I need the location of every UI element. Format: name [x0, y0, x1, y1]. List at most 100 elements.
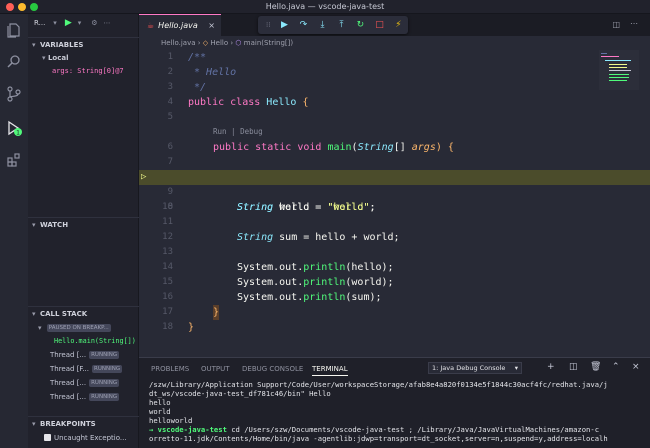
maximize-window-button[interactable]	[30, 3, 38, 11]
chevron-down-icon[interactable]: ▾	[78, 19, 82, 27]
tab-terminal[interactable]: TERMINAL	[312, 365, 348, 376]
code-line: 1/**	[167, 52, 207, 63]
step-over-icon[interactable]: ↷	[298, 20, 308, 30]
debug-sidebar: R... ▾ ▶ ▾ ⚙ ⋯ ▾ VARIABLES ▾ Local args: …	[28, 14, 139, 448]
explorer-icon[interactable]	[6, 22, 22, 38]
svg-text:1: 1	[16, 130, 20, 137]
chevron-down-icon: ▾	[32, 41, 36, 49]
split-editor-icon[interactable]: ◫	[612, 20, 620, 29]
variable-args[interactable]: args: String[0]@7	[28, 65, 139, 77]
chevron-down-icon[interactable]: ▾	[53, 19, 57, 27]
method-icon: ⬡	[235, 39, 242, 47]
status-badge: RUNNING	[89, 393, 120, 401]
watch-section-header[interactable]: ▾ WATCH	[28, 217, 139, 231]
terminal-prompt: → vscode-java-test	[149, 425, 227, 434]
code-line: 2 * Hello	[167, 67, 237, 78]
drag-handle-icon[interactable]: ⁞⁞	[266, 21, 270, 29]
hot-code-replace-icon[interactable]: ⚡	[393, 20, 403, 30]
breakpoints-section-header[interactable]: ▾ BREAKPOINTS	[28, 416, 139, 430]
close-panel-icon[interactable]: ×	[632, 362, 640, 372]
breadcrumb-method[interactable]: main(String[])	[244, 39, 293, 47]
breadcrumb: Hello.java › ◇ Hello › ⬡ main(String[])	[139, 36, 650, 50]
debug-toolbar: ⁞⁞ ▶ ↷ ⤓ ⤒ ↻ □ ⚡	[258, 16, 408, 34]
code-editor[interactable]: 1/** 2 * Hello 3 */ 4 public class Hello …	[139, 50, 650, 357]
paused-thread[interactable]: ▾ PAUSED ON BREAKP...	[28, 322, 139, 334]
step-out-icon[interactable]: ⤒	[336, 20, 346, 30]
split-terminal-icon[interactable]: ◫	[569, 362, 578, 372]
code-line: 16 System.out.println(sum);	[162, 292, 382, 303]
trash-icon[interactable]: 🗑	[590, 362, 601, 372]
tab-problems[interactable]: PROBLEMS	[151, 365, 189, 373]
callstack-section-header[interactable]: ▾ CALL STACK	[28, 306, 139, 320]
more-actions-icon[interactable]: ⋯	[630, 19, 638, 28]
code-line: 13	[162, 247, 173, 257]
more-actions-icon[interactable]: ⋯	[104, 19, 111, 27]
thread-item[interactable]: Thread [... RUNNING	[28, 377, 139, 389]
bottom-panel: PROBLEMS OUTPUT DEBUG CONSOLE TERMINAL 1…	[139, 357, 650, 448]
breakpoint-uncaught[interactable]: Uncaught Exceptio...	[28, 432, 139, 444]
terminal-output[interactable]: /szw/Library/Application Support/Code/Us…	[149, 380, 644, 443]
code-line: 11	[162, 217, 173, 227]
step-into-icon[interactable]: ⤓	[317, 20, 327, 30]
chevron-up-icon[interactable]: ⌃	[612, 362, 620, 372]
code-line: 15 System.out.println(world);	[162, 277, 394, 288]
gear-icon[interactable]: ⚙	[91, 19, 97, 27]
code-line: 14 System.out.println(hello);	[162, 262, 394, 273]
chevron-down-icon: ▾	[32, 310, 36, 318]
code-line: 4 public class Hello {	[167, 97, 309, 108]
thread-item[interactable]: Thread [... RUNNING	[28, 391, 139, 403]
code-line: 10 String world = "world";	[162, 202, 376, 213]
close-window-button[interactable]	[6, 3, 14, 11]
breakpoint-arrow-icon[interactable]: ▷	[141, 170, 146, 185]
checkbox[interactable]	[44, 434, 51, 441]
chevron-down-icon: ▾	[514, 364, 518, 372]
tab-debug-console[interactable]: DEBUG CONSOLE	[242, 365, 303, 373]
minimize-window-button[interactable]	[18, 3, 26, 11]
source-control-icon[interactable]	[6, 86, 22, 102]
code-line: 18}	[162, 322, 195, 333]
debug-config-bar: R... ▾ ▶ ▾ ⚙ ⋯	[28, 14, 138, 32]
stack-frame-main[interactable]: Hello.main(String[])	[28, 335, 139, 347]
status-badge: RUNNING	[89, 351, 120, 359]
code-line: 5	[167, 112, 173, 122]
code-line: 7	[167, 157, 173, 167]
run-config-label[interactable]: R...	[34, 19, 45, 27]
breadcrumb-file[interactable]: Hello.java	[161, 39, 196, 47]
breadcrumb-class[interactable]: Hello	[210, 39, 228, 47]
tab-output[interactable]: OUTPUT	[201, 365, 230, 373]
chevron-down-icon: ▾	[38, 324, 44, 332]
java-file-icon: ☕	[147, 21, 155, 30]
codelens-run-debug[interactable]: Run | Debug	[213, 127, 263, 136]
add-terminal-icon[interactable]: +	[547, 362, 555, 372]
close-icon[interactable]: ×	[208, 21, 215, 30]
code-line: 3 */	[167, 82, 207, 93]
debug-icon[interactable]: 1	[6, 120, 22, 137]
extensions-icon[interactable]	[6, 152, 22, 168]
code-line: 6 public static void main(String[] args) …	[167, 142, 454, 153]
status-badge: RUNNING	[89, 379, 120, 387]
terminal-select[interactable]: 1: Java Debug Console ▾	[428, 362, 522, 374]
continue-icon[interactable]: ▶	[279, 20, 289, 30]
chevron-down-icon: ▾	[32, 221, 36, 229]
thread-item[interactable]: Thread [F... RUNNING	[28, 363, 139, 375]
stop-icon[interactable]: □	[374, 20, 384, 30]
chevron-down-icon: ▾	[32, 420, 36, 428]
start-debugging-icon[interactable]: ▶	[65, 18, 72, 28]
variables-section-header[interactable]: ▾ VARIABLES	[28, 37, 139, 51]
code-line: 12 String sum = hello + world;	[162, 232, 400, 243]
code-line: 9	[167, 187, 173, 197]
search-icon[interactable]	[6, 54, 22, 70]
title-bar: Hello.java — vscode-java-test	[0, 0, 650, 14]
window-title: Hello.java — vscode-java-test	[265, 2, 385, 11]
code-line: 17}	[162, 305, 220, 320]
paused-badge: PAUSED ON BREAKP...	[46, 324, 111, 332]
minimap[interactable]	[599, 50, 639, 90]
restart-icon[interactable]: ↻	[355, 20, 365, 30]
current-execution-line: ▷ 8 String hello = "hello";	[139, 170, 650, 213]
tab-hello-java[interactable]: ☕ Hello.java ×	[139, 14, 221, 36]
activity-bar: 1	[0, 14, 28, 448]
thread-item[interactable]: Thread [... RUNNING	[28, 349, 139, 361]
status-badge: RUNNING	[92, 365, 123, 373]
local-scope[interactable]: ▾ Local	[28, 52, 139, 64]
class-icon: ◇	[202, 39, 209, 47]
